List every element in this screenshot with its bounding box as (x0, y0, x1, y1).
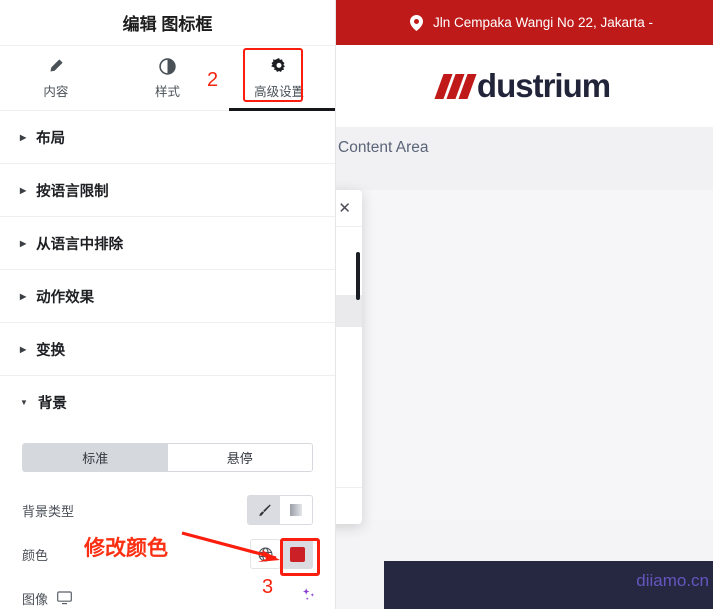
gradient-icon[interactable] (280, 496, 312, 524)
state-tab-normal[interactable]: 标准 (23, 444, 168, 471)
sparkle-ai-icon[interactable] (300, 586, 317, 608)
accordion-label: 布局 (36, 130, 66, 147)
accordion-label: 背景 (37, 396, 67, 412)
content-area-block: Content Area (336, 127, 713, 190)
accordion-layout[interactable]: ▶ 布局 (0, 111, 335, 164)
chevron-right-icon: ▶ (20, 291, 27, 301)
tab-label: 内容 (43, 84, 69, 99)
accordion-label: 按语言限制 (36, 183, 109, 200)
color-label: 颜色 (22, 547, 49, 563)
annotation-mark-2: 2 (207, 69, 219, 91)
close-icon[interactable]: ✕ (338, 199, 351, 217)
pencil-icon (48, 57, 64, 76)
structure-scrollbar[interactable] (356, 252, 360, 300)
editor-tabs[interactable]: 内容 样式 高级设置 (0, 46, 335, 111)
watermark: diiamo.cn (636, 571, 709, 590)
chevron-down-icon: ▼ (20, 398, 28, 407)
accordion-motion-effects[interactable]: ▶ 动作效果 (0, 270, 335, 323)
accordion-background[interactable]: ▼ 背景 (0, 376, 335, 429)
accordion-label: 动作效果 (36, 289, 95, 306)
editor-panel: 编辑 图标框 内容 样式 高级设置 2 ▶ 布局 ▶ 按语言限制 ▶ 从语言中排… (0, 0, 336, 609)
red-arrow-icon (181, 531, 280, 562)
color-swatch (289, 546, 305, 562)
image-label: 图像 (22, 591, 49, 607)
background-type-label: 背景类型 (22, 503, 75, 519)
background-state-tabs[interactable]: 标准 悬停 (22, 443, 313, 472)
brush-icon[interactable] (248, 496, 280, 524)
contrast-circle-icon (159, 57, 176, 76)
chevron-right-icon: ▶ (20, 132, 27, 142)
background-type-row: 背景类型 (22, 488, 313, 532)
accordion-label: 从语言中排除 (36, 236, 124, 253)
monitor-icon[interactable] (57, 591, 72, 605)
accordion-restrict-language[interactable]: ▶ 按语言限制 (0, 164, 335, 217)
site-logo-text: dustrium (476, 67, 611, 104)
triple-slash-logo-icon (434, 73, 477, 99)
tab-content[interactable]: 内容 (0, 46, 112, 110)
background-settings-body: 标准 悬停 背景类型 颜色 图像 (0, 429, 335, 609)
tab-label: 高级设置 (254, 84, 305, 99)
preview-body (336, 190, 713, 520)
page-title: 编辑 图标框 (0, 0, 335, 46)
preview-address-text: Jln Cempaka Wangi No 22, Jakarta - (432, 15, 654, 30)
site-preview: Jln Cempaka Wangi No 22, Jakarta - dustr… (336, 0, 713, 609)
tab-advanced-settings[interactable]: 高级设置 (223, 46, 335, 111)
preview-logo-band: dustrium (336, 45, 713, 127)
tab-label: 样式 (155, 84, 181, 99)
chevron-right-icon: ▶ (20, 185, 27, 195)
chevron-right-icon: ▶ (20, 238, 27, 248)
state-tab-hover[interactable]: 悬停 (167, 444, 312, 471)
background-type-toggle[interactable] (247, 495, 313, 525)
location-pin-icon (409, 14, 423, 31)
chevron-right-icon: ▶ (20, 344, 27, 354)
preview-topbar: Jln Cempaka Wangi No 22, Jakarta - (336, 0, 713, 45)
accordion-exclude-language[interactable]: ▶ 从语言中排除 (0, 217, 335, 270)
gear-icon (271, 57, 287, 76)
site-logo: dustrium (434, 67, 611, 105)
accordion-label: 变换 (36, 342, 66, 359)
annotation-note-text: 修改颜色 (84, 537, 168, 560)
content-area-label: Content Area (338, 139, 429, 156)
annotation-mark-3: 3 (262, 576, 274, 598)
settings-accordion-list[interactable]: ▶ 布局 ▶ 按语言限制 ▶ 从语言中排除 ▶ 动作效果 ▶ 变换 ▼ 背景 (0, 110, 335, 429)
accordion-transform[interactable]: ▶ 变换 (0, 323, 335, 376)
